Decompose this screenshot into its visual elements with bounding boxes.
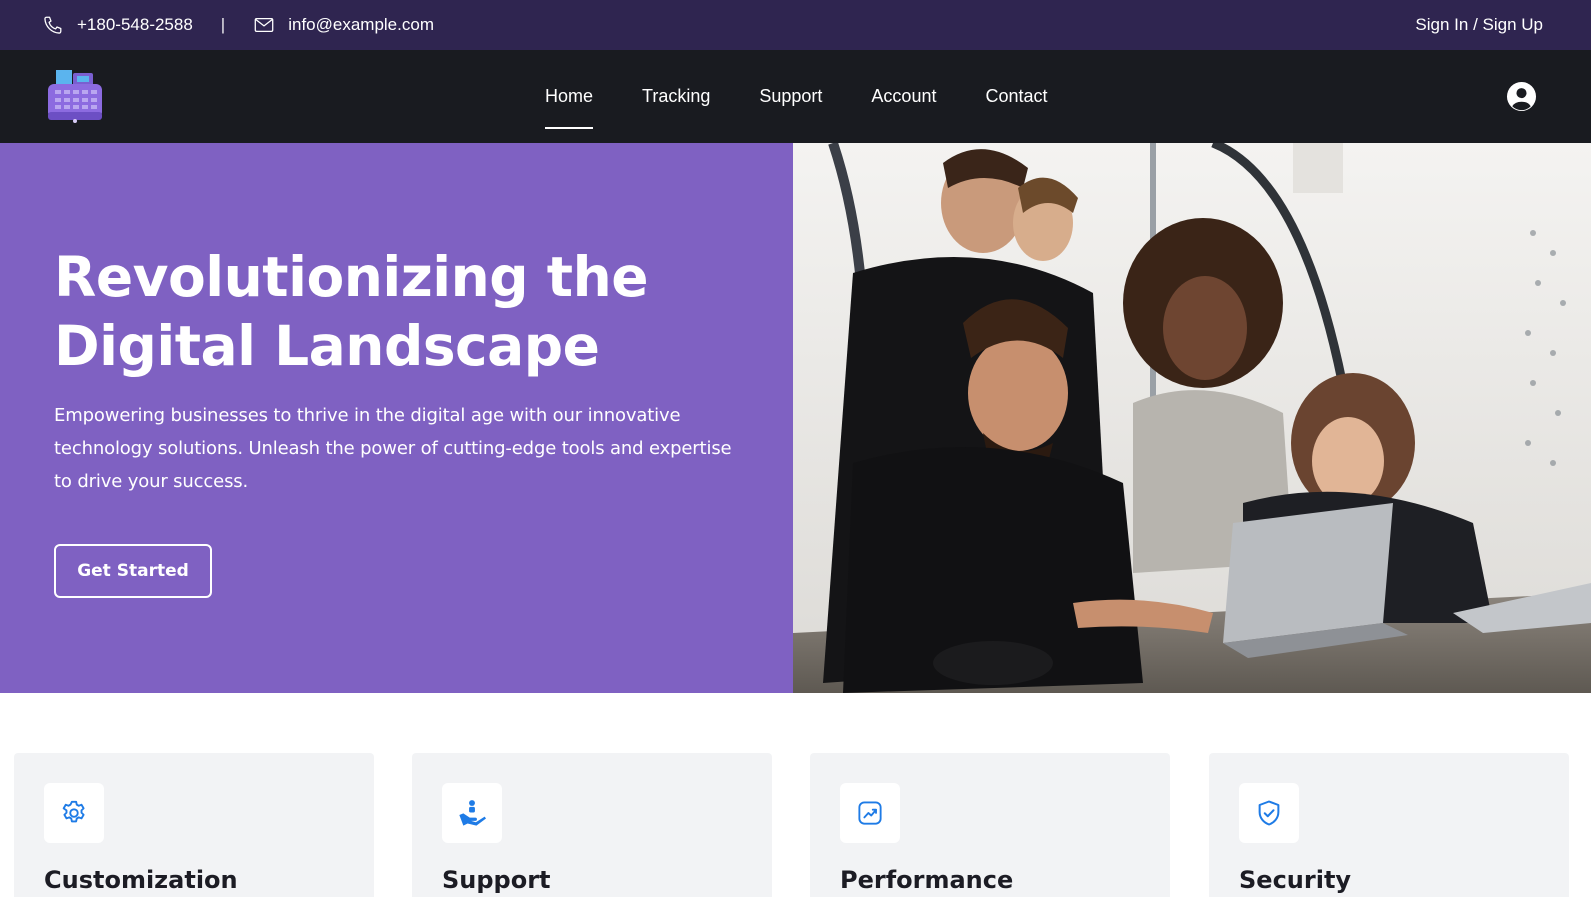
- feature-title: Security: [1239, 866, 1352, 894]
- helping-hand-icon: [442, 783, 502, 843]
- cash-register-icon[interactable]: [47, 68, 103, 126]
- feature-card-support[interactable]: Support: [412, 753, 772, 897]
- feature-title: Customization: [44, 866, 238, 894]
- email-link[interactable]: info@example.com: [288, 15, 434, 35]
- hero-section: Revolutionizing the Digital Landscape Em…: [0, 143, 793, 693]
- sign-in-link[interactable]: Sign In / Sign Up: [1415, 0, 1543, 50]
- nav-account[interactable]: Account: [871, 50, 936, 143]
- feature-card-customization[interactable]: Customization: [14, 753, 374, 897]
- main-navbar: Home Tracking Support Account Contact: [0, 50, 1591, 143]
- hero-subtitle: Empowering businesses to thrive in the d…: [54, 405, 732, 492]
- shield-check-icon: [1239, 783, 1299, 843]
- mail-icon: [253, 14, 275, 36]
- get-started-button[interactable]: Get Started: [54, 544, 212, 598]
- contact-info: +180-548-2588 | info@example.com: [42, 0, 434, 50]
- top-contact-bar: +180-548-2588 | info@example.com Sign In…: [0, 0, 1591, 50]
- feature-title: Support: [442, 866, 551, 894]
- nav-home[interactable]: Home: [545, 50, 594, 143]
- feature-card-security[interactable]: Security: [1209, 753, 1569, 897]
- hero-title-line1: Revolutionizing the: [54, 245, 649, 309]
- nav-tracking[interactable]: Tracking: [642, 50, 710, 143]
- gear-icon: [44, 783, 104, 843]
- feature-card-performance[interactable]: Performance: [810, 753, 1170, 897]
- trending-up-icon: [840, 783, 900, 843]
- phone-icon: [42, 14, 64, 36]
- feature-title: Performance: [840, 866, 1014, 894]
- nav-support[interactable]: Support: [759, 50, 822, 143]
- user-circle-icon[interactable]: [1506, 81, 1537, 112]
- primary-nav: Home Tracking Support Account Contact: [545, 50, 1097, 143]
- contact-divider: |: [220, 15, 226, 34]
- nav-contact[interactable]: Contact: [985, 50, 1047, 143]
- phone-link[interactable]: +180-548-2588: [77, 15, 193, 35]
- hero-image: [793, 143, 1591, 693]
- hero-title-line2: Digital Landscape: [54, 314, 600, 378]
- hero-title: Revolutionizing the Digital Landscape: [54, 243, 754, 381]
